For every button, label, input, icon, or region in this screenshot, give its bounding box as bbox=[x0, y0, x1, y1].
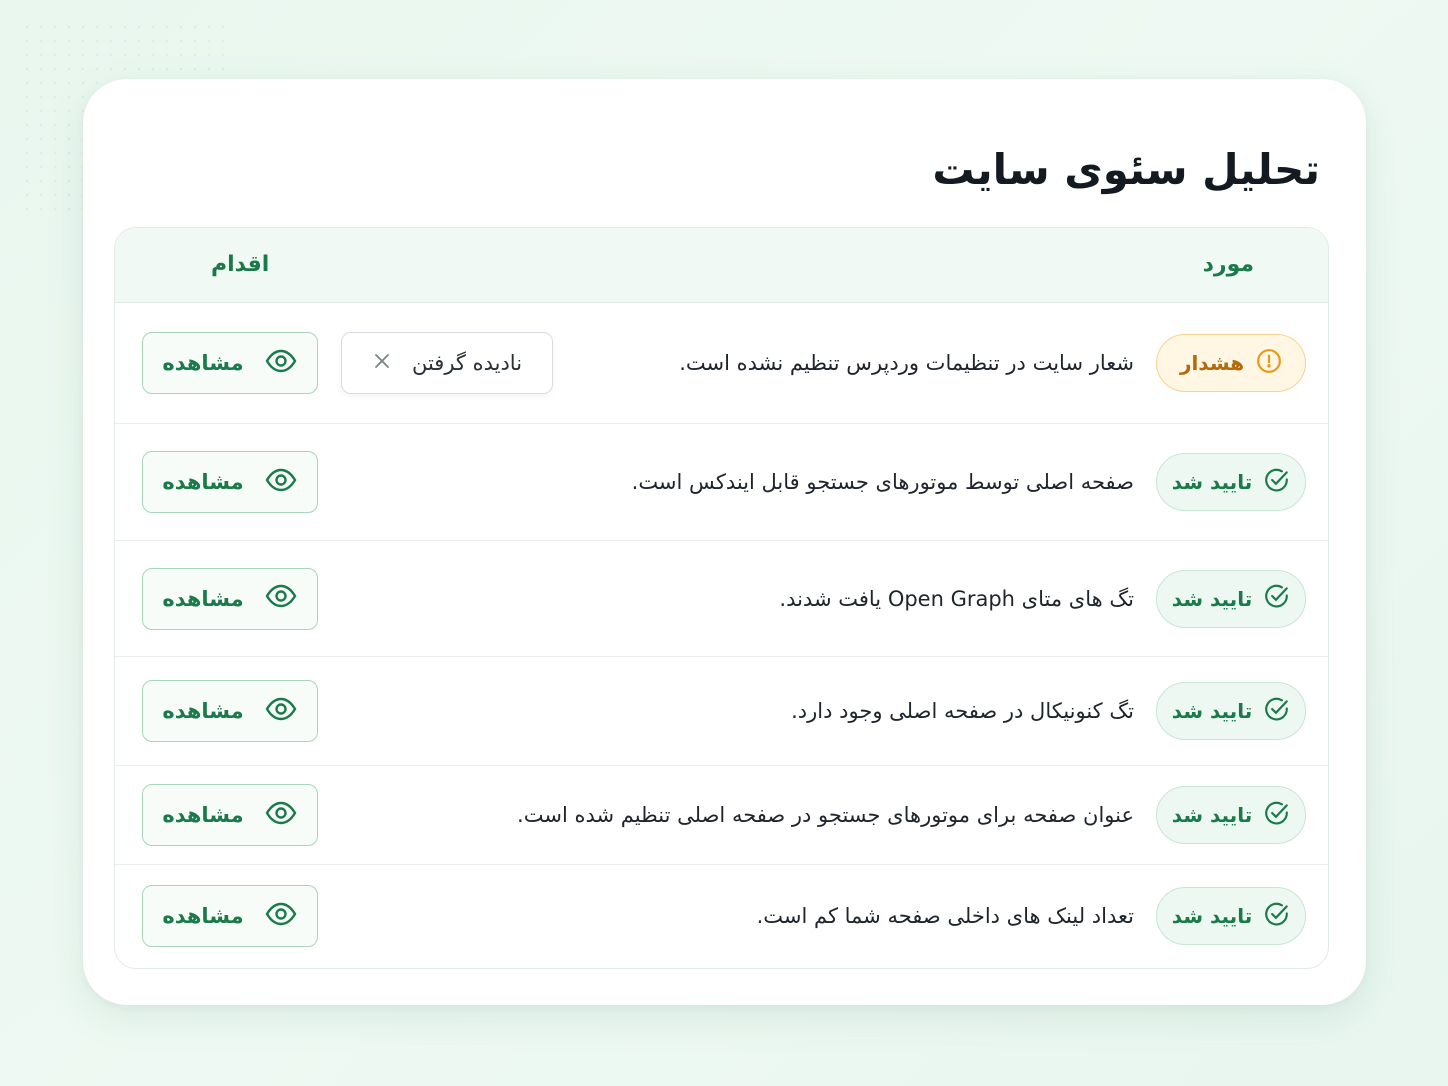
check-description: تگ کنونیکال در صفحه اصلی وجود دارد. bbox=[791, 699, 1134, 723]
status-label: هشدار bbox=[1179, 351, 1245, 375]
eye-icon bbox=[264, 579, 298, 618]
table-row: تایید شد عنوان صفحه برای موتورهای جستجو … bbox=[115, 766, 1328, 865]
exclamation-circle-icon bbox=[1256, 348, 1282, 379]
status-badge-passed: تایید شد bbox=[1156, 569, 1306, 628]
status-label: تایید شد bbox=[1171, 699, 1253, 723]
status-label: تایید شد bbox=[1171, 586, 1253, 611]
view-button[interactable]: مشاهده bbox=[142, 451, 318, 513]
table-row: تایید شد تگ کنونیکال در صفحه اصلی وجود د… bbox=[115, 657, 1328, 766]
table-row: تایید شد تگ های متای Open Graph یافت شدن… bbox=[115, 541, 1328, 657]
view-button[interactable]: مشاهده bbox=[142, 784, 318, 846]
check-circle-icon bbox=[1264, 901, 1290, 932]
eye-icon bbox=[264, 897, 298, 936]
table-row: هشدار شعار سایت در تنظیمات وردپرس تنظیم … bbox=[115, 303, 1328, 424]
eye-icon bbox=[264, 344, 298, 383]
table-row: تایید شد تعداد لینک های داخلی صفحه شما ک… bbox=[115, 865, 1328, 967]
check-description: عنوان صفحه برای موتورهای جستجو در صفحه ا… bbox=[517, 803, 1134, 827]
view-label: مشاهده bbox=[162, 699, 244, 723]
check-description: تگ های متای Open Graph یافت شدند. bbox=[779, 586, 1134, 611]
column-header-item: مورد bbox=[1202, 252, 1254, 277]
status-label: تایید شد bbox=[1171, 470, 1253, 494]
seo-checks-table: مورد اقدام هشدار شعار سایت در تنظیمات ور… bbox=[114, 227, 1329, 969]
status-badge-passed: تایید شد bbox=[1156, 786, 1306, 844]
status-badge-passed: تایید شد bbox=[1156, 682, 1306, 740]
eye-icon bbox=[264, 796, 298, 835]
view-button[interactable]: مشاهده bbox=[142, 885, 318, 947]
view-label: مشاهده bbox=[162, 586, 244, 611]
view-label: مشاهده bbox=[162, 351, 244, 375]
column-header-action: اقدام bbox=[211, 252, 270, 277]
view-label: مشاهده bbox=[162, 803, 244, 827]
status-badge-warning: هشدار bbox=[1156, 334, 1306, 392]
status-label: تایید شد bbox=[1171, 803, 1253, 827]
check-circle-icon bbox=[1264, 467, 1290, 498]
check-description: تعداد لینک های داخلی صفحه شما کم است. bbox=[756, 904, 1134, 928]
status-badge-passed: تایید شد bbox=[1156, 887, 1306, 945]
view-label: مشاهده bbox=[162, 904, 244, 928]
ignore-button[interactable]: نادیده گرفتن bbox=[341, 332, 553, 394]
view-button[interactable]: مشاهده bbox=[142, 567, 318, 630]
table-row: تایید شد صفحه اصلی توسط موتورهای جستجو ق… bbox=[115, 424, 1328, 541]
close-icon bbox=[372, 351, 392, 376]
check-description: شعار سایت در تنظیمات وردپرس تنظیم نشده ا… bbox=[679, 351, 1134, 375]
check-circle-icon bbox=[1264, 583, 1290, 614]
eye-icon bbox=[264, 692, 298, 731]
check-description: صفحه اصلی توسط موتورهای جستجو قابل ایندک… bbox=[631, 470, 1134, 494]
check-circle-icon bbox=[1264, 800, 1290, 831]
status-label: تایید شد bbox=[1171, 904, 1253, 928]
seo-analysis-card: تحلیل سئوی سایت مورد اقدام هشدار شعار سا… bbox=[83, 79, 1366, 1005]
status-badge-passed: تایید شد bbox=[1156, 453, 1306, 511]
check-circle-icon bbox=[1264, 696, 1290, 727]
view-button[interactable]: مشاهده bbox=[142, 680, 318, 742]
view-button[interactable]: مشاهده bbox=[142, 332, 318, 394]
page-title: تحلیل سئوی سایت bbox=[932, 145, 1320, 194]
eye-icon bbox=[264, 463, 298, 502]
table-header: مورد اقدام bbox=[115, 228, 1328, 303]
view-label: مشاهده bbox=[162, 470, 244, 494]
ignore-label: نادیده گرفتن bbox=[411, 351, 523, 375]
